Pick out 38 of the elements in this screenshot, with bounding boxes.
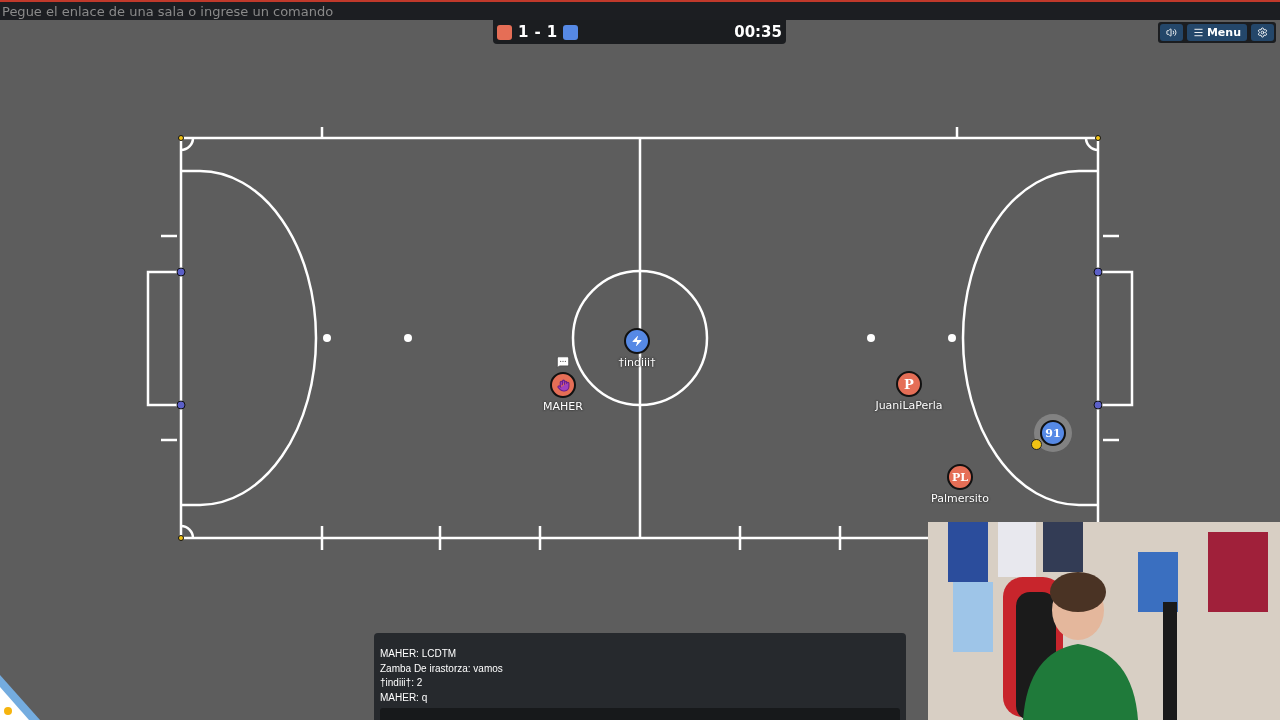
chat-message: Zamba De irastorza: vamos xyxy=(380,661,504,676)
player-name: JuaniLaPerla xyxy=(874,399,944,412)
chat-message: †indiii†: 2 xyxy=(380,676,424,690)
penalty-spot xyxy=(867,334,875,342)
goal-post xyxy=(176,400,186,410)
settings-button[interactable] xyxy=(1251,24,1274,41)
score-separator: - xyxy=(534,23,541,41)
penalty-spot xyxy=(948,334,956,342)
penalty-spot xyxy=(404,334,412,342)
goal-post xyxy=(1093,267,1103,277)
settings-icon xyxy=(1257,27,1268,38)
corner-post xyxy=(178,535,184,541)
chat-message: MAHER: q xyxy=(380,690,429,705)
speaker-icon xyxy=(1165,27,1177,38)
address-field[interactable]: Pegue el enlace de una sala o ingrese un comando xyxy=(0,2,1280,20)
home-team-icon xyxy=(497,24,512,40)
chat-message: MAHER: LCDTM xyxy=(380,647,458,661)
player-disc: 91 xyxy=(1040,420,1066,446)
corner-post xyxy=(178,135,184,141)
player-name: Palmersito xyxy=(930,492,990,505)
menu-button[interactable]: Menu xyxy=(1186,24,1247,41)
lightning-icon xyxy=(631,335,643,347)
player-disc: PL xyxy=(947,464,973,490)
corner-post xyxy=(1095,135,1101,141)
away-team-icon xyxy=(563,24,579,40)
sound-button[interactable] xyxy=(1159,24,1183,41)
goal-post xyxy=(176,267,186,277)
player-name: MAHER xyxy=(542,400,584,413)
glove-icon xyxy=(556,378,570,392)
goal-post xyxy=(1093,400,1103,410)
penalty-spot xyxy=(323,334,331,342)
flag-drawing xyxy=(0,675,40,720)
ball xyxy=(1031,439,1042,450)
home-score: 1 xyxy=(518,23,529,41)
player-disc: P xyxy=(896,371,922,397)
away-score: 1 xyxy=(546,23,558,41)
menu-icon xyxy=(1192,27,1204,38)
match-timer: 00:35 xyxy=(734,23,782,41)
